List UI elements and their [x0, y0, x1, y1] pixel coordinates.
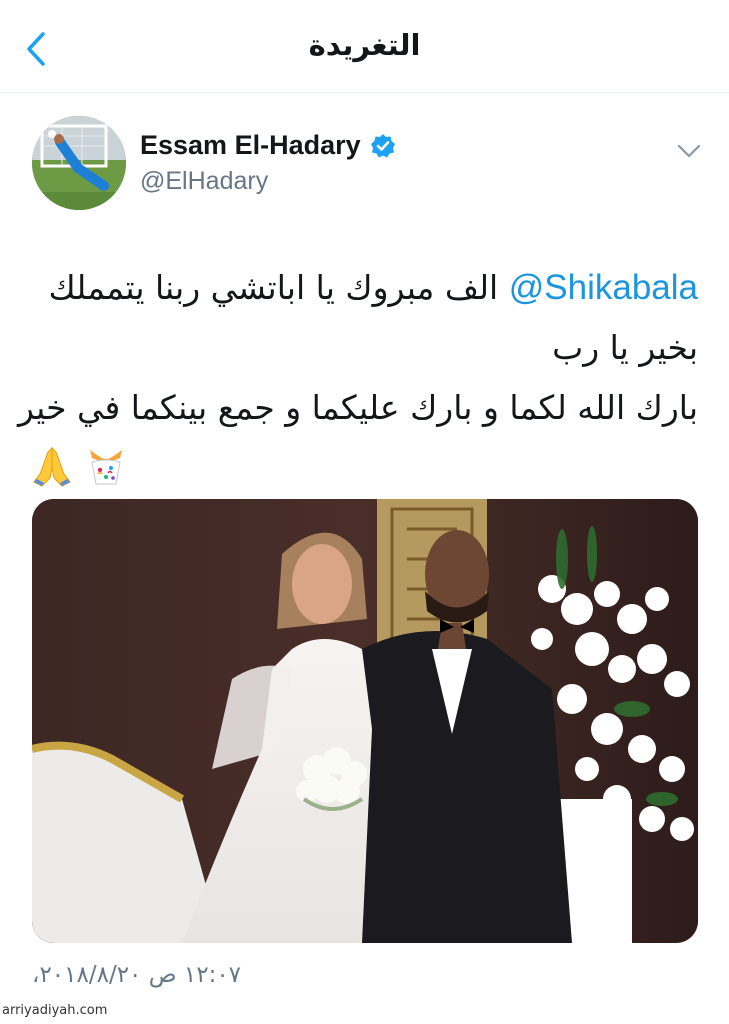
wedding-photo — [32, 499, 698, 943]
author-handle[interactable]: @ElHadary — [140, 167, 268, 196]
verified-badge-icon — [370, 133, 395, 157]
tweet-line-1: @Shikabala الف مبروك يا اباتشي ربنا يتمم… — [30, 258, 698, 318]
tweet-timestamp: ١٢:٠٧ ص ٢٠١٨/٨/٢٠، — [32, 962, 242, 988]
tweet-text: @Shikabala الف مبروك يا اباتشي ربنا يتمم… — [17, 258, 698, 488]
tweet-line-2: بخير يا رب — [552, 328, 698, 367]
mention-link[interactable]: @Shikabala — [509, 268, 698, 307]
tweet-detail-page: التغريدة Essam El-Hadary @ElHadary @Shik… — [0, 0, 729, 1024]
avatar[interactable] — [32, 116, 126, 210]
emoji-row — [30, 444, 698, 488]
author-name-text: Essam El-Hadary — [140, 130, 361, 160]
navigation-header: التغريدة — [0, 0, 729, 93]
tweet-photo[interactable] — [32, 499, 698, 943]
site-watermark: arriyadiyah.com — [2, 1003, 108, 1018]
tweet-line-1-text: الف مبروك يا اباتشي ربنا يتمملك — [48, 268, 499, 307]
author-name[interactable]: Essam El-Hadary — [140, 130, 396, 161]
avatar-goalkeeper-image — [32, 116, 126, 210]
chevron-down-icon — [677, 144, 701, 158]
tweet-line-3: بارك الله لكما و بارك عليكما و جمع بينكم… — [17, 388, 698, 427]
confetti-gift-emoji — [90, 450, 122, 485]
tweet-options-button[interactable] — [674, 138, 704, 164]
page-title: التغريدة — [308, 28, 421, 62]
praying-hands-emoji — [33, 446, 71, 487]
